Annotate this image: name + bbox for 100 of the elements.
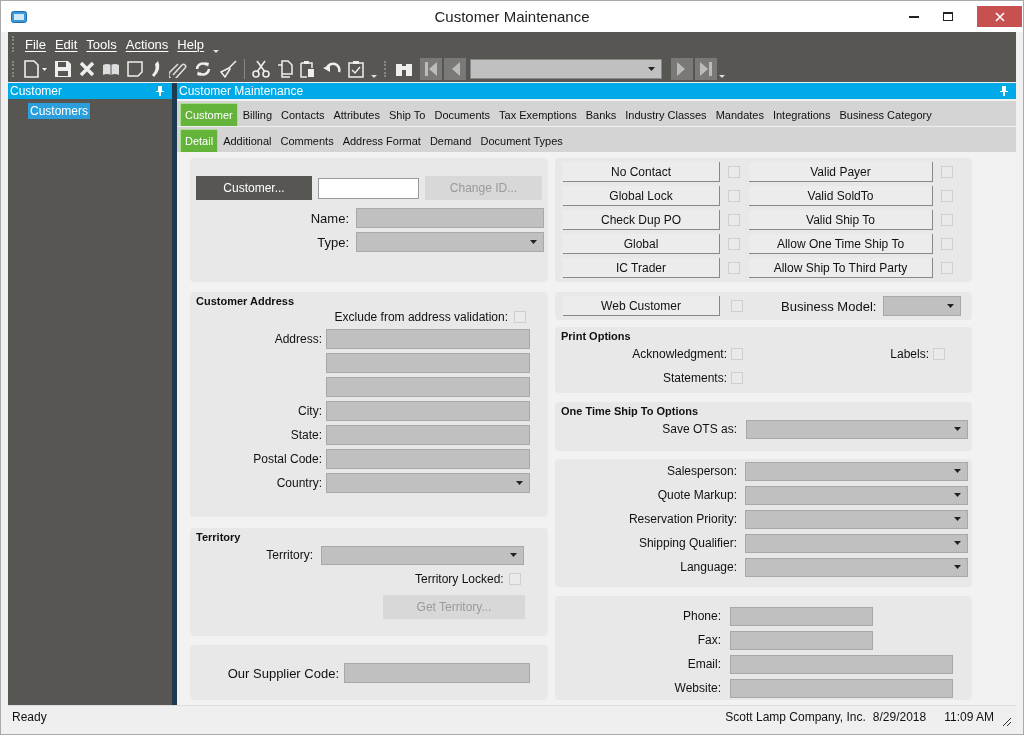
overflow-caret-icon[interactable] — [213, 50, 220, 53]
tab[interactable]: Ship To — [384, 104, 430, 126]
menu-item[interactable]: File — [25, 36, 46, 52]
record-dropdown[interactable] — [470, 59, 662, 79]
pin-icon[interactable] — [1000, 86, 1008, 96]
tab[interactable]: Billing — [238, 104, 277, 126]
flag-button[interactable]: Global Lock — [563, 186, 720, 206]
input-field[interactable] — [344, 663, 530, 683]
paperclip-icon[interactable] — [169, 60, 187, 78]
broom-icon[interactable] — [219, 60, 237, 78]
input-field[interactable] — [730, 654, 953, 674]
dropdown-field[interactable] — [326, 473, 530, 493]
input-field[interactable] — [326, 377, 530, 397]
previous-record-button[interactable] — [444, 58, 466, 80]
flag-button[interactable]: IC Trader — [563, 258, 720, 278]
dropdown-field[interactable] — [356, 232, 544, 252]
menu-item[interactable]: Tools — [86, 36, 117, 52]
tab[interactable]: Integrations — [768, 104, 835, 126]
overflow-caret-icon[interactable] — [719, 75, 725, 78]
checkbox[interactable] — [731, 300, 743, 312]
maximize-icon[interactable] — [943, 12, 953, 21]
tab[interactable]: Additional — [219, 130, 276, 152]
input-field[interactable] — [730, 630, 873, 650]
flag-button[interactable]: Web Customer — [563, 296, 720, 316]
flag-button[interactable]: Valid Payer — [749, 162, 933, 182]
tab[interactable]: Demand — [425, 130, 476, 152]
checkbox[interactable] — [941, 238, 953, 250]
input-field[interactable] — [326, 449, 530, 469]
tab[interactable]: Comments — [276, 130, 338, 152]
tab[interactable]: Banks — [581, 104, 621, 126]
tab[interactable]: Business Category — [835, 104, 936, 126]
checkbox[interactable] — [941, 214, 953, 226]
menu-item[interactable]: Actions — [125, 36, 169, 52]
tab[interactable]: Document Types — [476, 130, 567, 152]
checkbox[interactable] — [508, 573, 521, 585]
close-button[interactable] — [977, 6, 1022, 27]
minimize-icon[interactable] — [909, 15, 919, 18]
resize-grip-icon[interactable] — [1002, 717, 1012, 727]
new-document-icon[interactable] — [23, 60, 47, 78]
input-field[interactable] — [730, 678, 953, 698]
checkbox[interactable] — [941, 166, 953, 178]
checkbox[interactable] — [728, 262, 740, 274]
checkbox[interactable] — [731, 348, 743, 360]
clipboard-check-icon[interactable] — [348, 60, 364, 78]
dropdown-field[interactable] — [745, 533, 968, 553]
checkbox[interactable] — [941, 190, 953, 202]
flag-button[interactable]: No Contact — [563, 162, 720, 182]
next-record-button[interactable] — [671, 58, 693, 80]
input-field[interactable] — [730, 606, 873, 626]
menu-item[interactable]: Edit — [54, 36, 78, 52]
tab[interactable]: Documents — [430, 104, 495, 126]
tab[interactable]: Mandates — [711, 104, 768, 126]
delete-icon[interactable] — [79, 61, 95, 77]
refresh-icon[interactable] — [194, 60, 212, 78]
checkbox[interactable] — [933, 348, 945, 360]
flag-button[interactable]: Allow Ship To Third Party — [749, 258, 933, 278]
tab[interactable]: Industry Classes — [621, 104, 711, 126]
tab[interactable]: Attributes — [329, 104, 384, 126]
first-record-button[interactable] — [420, 58, 442, 80]
checkbox[interactable] — [728, 238, 740, 250]
checkbox[interactable] — [728, 166, 740, 178]
cut-icon[interactable] — [252, 60, 270, 78]
checkbox[interactable] — [941, 262, 953, 274]
copy-icon[interactable] — [277, 60, 293, 78]
flag-button[interactable]: Allow One Time Ship To — [749, 234, 933, 254]
tab[interactable]: Address Format — [338, 130, 425, 152]
note-icon[interactable] — [127, 61, 143, 77]
input-field[interactable] — [326, 425, 530, 445]
checkbox[interactable] — [514, 311, 526, 323]
tab[interactable]: Contacts — [277, 104, 329, 126]
menu-item[interactable]: Help — [177, 36, 205, 52]
input-field[interactable] — [326, 353, 530, 373]
dropdown-field[interactable] — [745, 557, 968, 577]
phone-icon[interactable] — [150, 60, 162, 78]
dropdown-field[interactable] — [745, 461, 968, 481]
last-record-button[interactable] — [695, 58, 717, 80]
save-icon[interactable] — [54, 60, 72, 78]
checkbox[interactable] — [731, 372, 743, 384]
checkbox[interactable] — [728, 214, 740, 226]
book-icon[interactable] — [102, 61, 120, 77]
customer-lookup-button[interactable]: Customer... — [196, 176, 312, 200]
paste-icon[interactable] — [300, 60, 316, 78]
dropdown-field[interactable] — [745, 509, 968, 529]
flag-button[interactable]: Global — [563, 234, 720, 254]
customer-id-field[interactable] — [318, 177, 419, 199]
flag-button[interactable]: Check Dup PO — [563, 210, 720, 230]
input-field[interactable] — [326, 329, 530, 349]
checkbox[interactable] — [728, 190, 740, 202]
dropdown-field[interactable] — [745, 485, 968, 505]
dropdown-field[interactable] — [883, 296, 962, 316]
pin-icon[interactable] — [156, 86, 164, 96]
input-field[interactable] — [356, 208, 544, 228]
overflow-caret-icon[interactable] — [371, 75, 377, 78]
input-field[interactable] — [326, 401, 530, 421]
flag-button[interactable]: Valid Ship To — [749, 210, 933, 230]
tab[interactable]: Tax Exemptions — [495, 104, 581, 126]
flag-button[interactable]: Valid SoldTo — [749, 186, 933, 206]
dropdown-field[interactable] — [321, 545, 524, 565]
binoculars-icon[interactable] — [395, 61, 413, 77]
dropdown-field[interactable] — [746, 419, 968, 439]
